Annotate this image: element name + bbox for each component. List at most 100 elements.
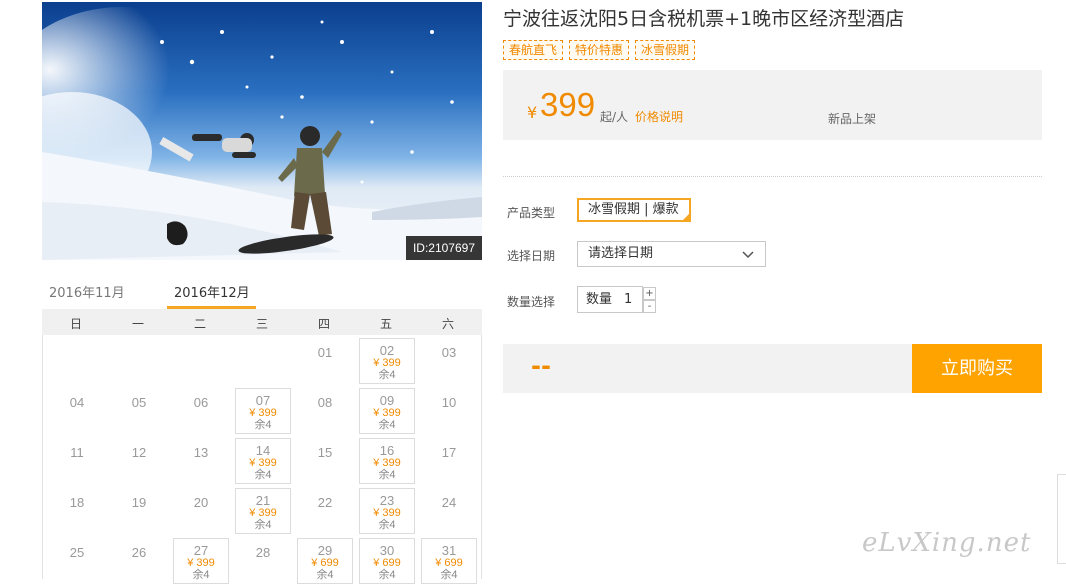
selected-check-icon (681, 212, 691, 222)
day-number: 27 (193, 543, 209, 558)
day-remaining: 余4 (378, 569, 396, 581)
calendar-day: 05 (131, 395, 147, 410)
day-price: ¥ 399 (249, 457, 277, 469)
currency-symbol: ¥ (527, 103, 538, 122)
day-number: 02 (379, 343, 395, 358)
calendar-day: 13 (193, 445, 209, 460)
total-price: -- (531, 352, 551, 380)
calendar-day: 04 (69, 395, 85, 410)
day-price: ¥ 399 (373, 357, 401, 369)
day-number: 23 (379, 493, 395, 508)
price-unit: 起/人 (600, 110, 629, 124)
calendar-day: 15 (317, 445, 333, 460)
purchase-bar: -- 立即购买 (503, 344, 1042, 393)
day-number: 31 (441, 543, 457, 558)
day-remaining: 余4 (440, 569, 458, 581)
day-number: 14 (255, 443, 271, 458)
price-panel: ¥ 399 起/人 价格说明 新品上架 (503, 70, 1042, 140)
tag-spring-direct: 春航直飞 (503, 40, 564, 60)
day-remaining: 余4 (378, 369, 396, 381)
day-price: ¥ 399 (187, 557, 215, 569)
day-number: 16 (379, 443, 395, 458)
quantity-field-label: 数量 (586, 292, 613, 307)
day-number: 30 (379, 543, 395, 558)
tag-special-offer: 特价特惠 (569, 40, 630, 60)
calendar-day-available[interactable]: 07 ¥ 399 余4 (235, 388, 291, 434)
calendar-day-available[interactable]: 23 ¥ 399 余4 (359, 488, 415, 534)
tab-month-november[interactable]: 2016年11月 (49, 282, 125, 301)
day-price: ¥ 699 (311, 557, 339, 569)
day-remaining: 余4 (378, 419, 396, 431)
weekday-header: 日 一 二 三 四 五 六 (42, 309, 482, 335)
calendar-day: 03 (441, 345, 457, 360)
day-price: ¥ 399 (373, 407, 401, 419)
calendar-grid: 01 02 ¥ 399 余4 03 04 05 06 07 ¥ 399 余4 08 09 ¥ 399 余4 1… (42, 335, 482, 584)
day-number: 09 (379, 393, 395, 408)
calendar-day-available[interactable]: 14 ¥ 399 余4 (235, 438, 291, 484)
calendar-day-available[interactable]: 27 ¥ 399 余4 (173, 538, 229, 584)
product-type-option[interactable]: 冰雪假期 | 爆款 (577, 198, 691, 222)
calendar-day: 12 (131, 445, 147, 460)
tab-month-december[interactable]: 2016年12月 (174, 282, 250, 301)
quantity-increase-button[interactable]: + (643, 287, 656, 300)
calendar-day-available[interactable]: 09 ¥ 399 余4 (359, 388, 415, 434)
weekday-thu: 四 (317, 317, 330, 331)
weekday-wed: 三 (255, 317, 268, 331)
day-price: ¥ 699 (373, 557, 401, 569)
day-number: 21 (255, 493, 271, 508)
price-amount: 399 (540, 86, 596, 123)
calendar-day: 22 (317, 495, 333, 510)
quantity-label: 数量选择 (507, 295, 556, 309)
day-number: 29 (317, 543, 333, 558)
weekday-tue: 二 (193, 317, 206, 331)
date-select[interactable]: 请选择日期 (577, 241, 766, 267)
divider (503, 176, 1042, 177)
calendar-day-available[interactable]: 21 ¥ 399 余4 (235, 488, 291, 534)
buy-now-button[interactable]: 立即购买 (912, 344, 1042, 393)
date-select-placeholder: 请选择日期 (588, 246, 654, 261)
calendar-day: 24 (441, 495, 457, 510)
day-remaining: 余4 (316, 569, 334, 581)
price-explanation-link[interactable]: 价格说明 (635, 108, 683, 125)
calendar-day: 11 (70, 445, 84, 460)
quantity-decrease-button[interactable]: - (643, 300, 656, 313)
quantity-field[interactable]: 数量 1 (577, 286, 643, 313)
side-float-tab[interactable] (1057, 474, 1066, 564)
new-arrival-label: 新品上架 (828, 112, 877, 126)
day-price: ¥ 699 (435, 557, 463, 569)
day-remaining: 余4 (192, 569, 210, 581)
weekday-sat: 六 (441, 317, 454, 331)
calendar-day-available[interactable]: 29 ¥ 699 余4 (297, 538, 353, 584)
day-remaining: 余4 (254, 469, 272, 481)
calendar-day: 25 (69, 545, 85, 560)
calendar-day-available[interactable]: 30 ¥ 699 余4 (359, 538, 415, 584)
tag-snow-holiday: 冰雪假期 (635, 40, 696, 60)
day-remaining: 余4 (378, 519, 396, 531)
calendar-day-available[interactable]: 16 ¥ 399 余4 (359, 438, 415, 484)
day-price: ¥ 399 (373, 457, 401, 469)
weekday-mon: 一 (131, 317, 144, 331)
calendar-day: 28 (255, 545, 271, 560)
day-number: 07 (255, 393, 271, 408)
date-label: 选择日期 (507, 249, 556, 263)
quantity-value: 1 (624, 292, 633, 307)
snowboard-scene (42, 7, 482, 260)
calendar-day: 08 (317, 395, 333, 410)
product-type-value: 冰雪假期 | 爆款 (588, 202, 679, 217)
day-remaining: 余4 (254, 419, 272, 431)
calendar-day: 10 (441, 395, 457, 410)
site-watermark: eLvXing.net (862, 528, 1032, 558)
calendar-day: 01 (317, 345, 333, 360)
calendar-day-available[interactable]: 02 ¥ 399 余4 (359, 338, 415, 384)
calendar-day: 18 (69, 495, 85, 510)
day-price: ¥ 399 (249, 407, 277, 419)
calendar-day-available[interactable]: 31 ¥ 699 余4 (421, 538, 477, 584)
weekday-sun: 日 (69, 317, 82, 331)
calendar-day: 26 (131, 545, 147, 560)
weekday-fri: 五 (379, 317, 392, 331)
chevron-down-icon (741, 245, 755, 269)
calendar-day: 06 (193, 395, 209, 410)
day-price: ¥ 399 (249, 507, 277, 519)
product-photo: ID:2107697 (42, 2, 482, 260)
calendar-day: 17 (441, 445, 457, 460)
